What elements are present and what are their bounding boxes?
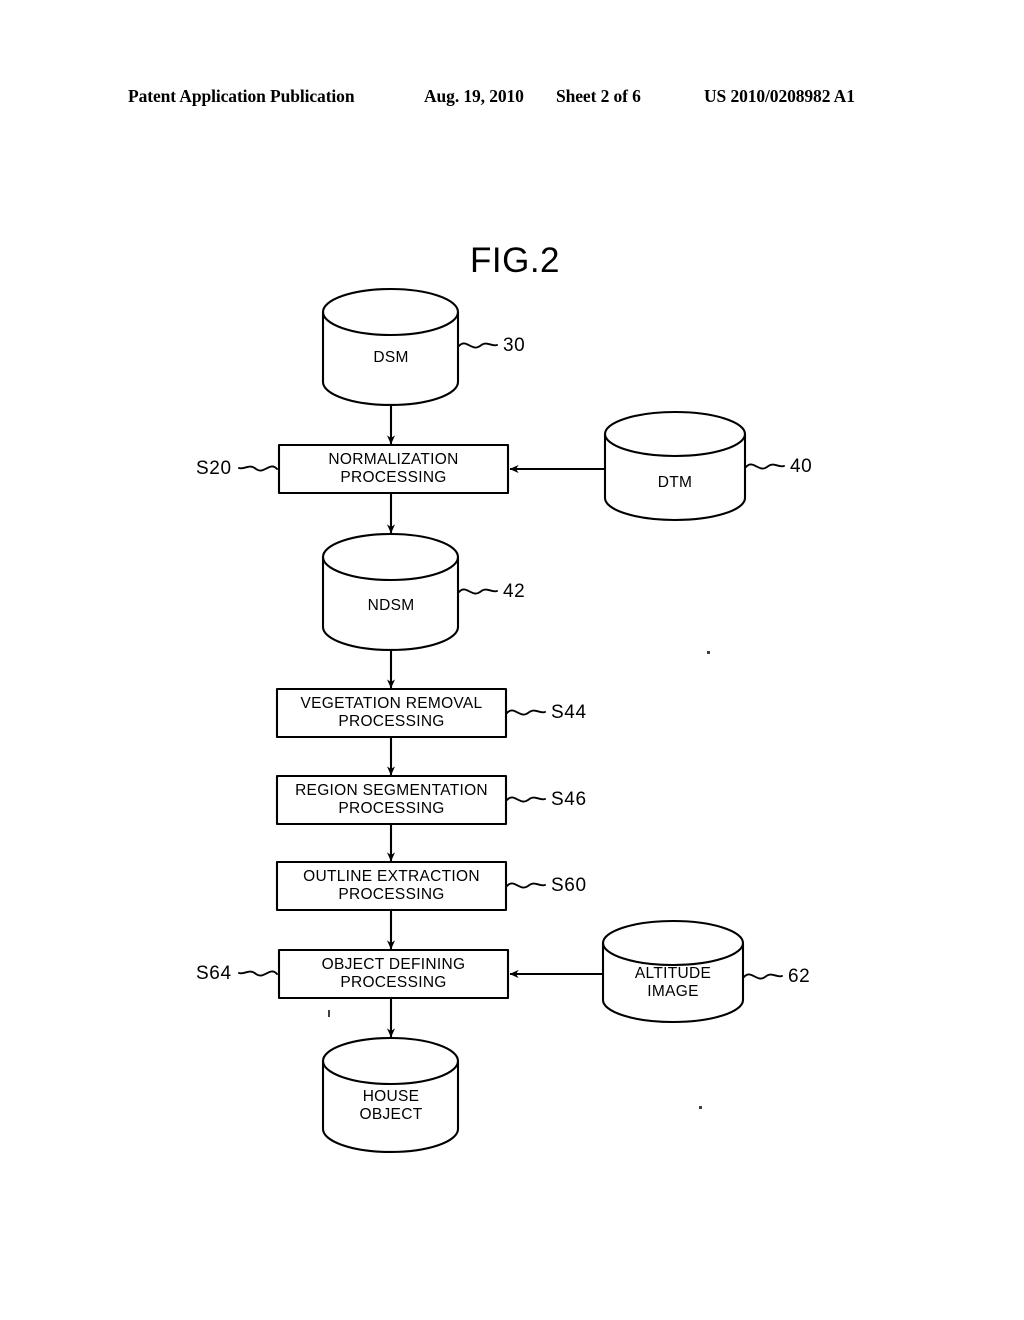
label-normalization-line1: NORMALIZATION xyxy=(328,451,459,468)
step-numeral-normalization: S20 xyxy=(196,458,232,479)
cylinder-dsm xyxy=(321,287,460,407)
leader-ndsm xyxy=(458,588,498,595)
leader-dtm xyxy=(745,463,785,470)
leader-s44 xyxy=(506,709,546,716)
leader-dsm xyxy=(458,342,498,349)
label-vegetation-line2: PROCESSING xyxy=(338,713,445,730)
label-dsm: DSM xyxy=(373,349,409,366)
label-ndsm: NDSM xyxy=(367,597,415,614)
ref-numeral-altitude-image: 62 xyxy=(788,966,811,987)
label-house-object: HOUSE OBJECT xyxy=(331,1088,451,1124)
leader-altitude xyxy=(743,973,783,980)
label-vegetation-removal: VEGETATION REMOVAL PROCESSING xyxy=(279,695,504,731)
cylinder-dtm xyxy=(603,410,747,522)
label-house-line2: OBJECT xyxy=(359,1106,423,1123)
label-vegetation-line1: VEGETATION REMOVAL xyxy=(300,695,483,712)
label-object-line2: PROCESSING xyxy=(340,974,447,991)
label-normalization: NORMALIZATION PROCESSING xyxy=(281,451,506,487)
label-object-defining: OBJECT DEFINING PROCESSING xyxy=(281,956,506,992)
diagram-canvas xyxy=(238,287,785,1154)
label-altitude-line1: ALTITUDE xyxy=(634,965,712,982)
leader-s60 xyxy=(506,882,546,889)
leader-s46 xyxy=(506,796,546,803)
ref-numeral-dsm: 30 xyxy=(503,335,526,356)
label-outline-line2: PROCESSING xyxy=(338,886,445,903)
label-normalization-line2: PROCESSING xyxy=(340,469,447,486)
label-region-line1: REGION SEGMENTATION xyxy=(295,782,488,799)
leader-s64 xyxy=(238,970,278,977)
ref-numeral-dtm: 40 xyxy=(790,456,813,477)
step-numeral-object: S64 xyxy=(196,963,232,984)
figure-2-flow-diagram: FIG.2 DSM NORMALIZATION PROCESSING DTM N… xyxy=(0,0,1024,1320)
label-altitude-line2: IMAGE xyxy=(647,983,699,1000)
step-numeral-region: S46 xyxy=(551,789,587,810)
figure-title: FIG.2 xyxy=(470,241,561,280)
label-dtm: DTM xyxy=(657,474,693,491)
label-region-segmentation: REGION SEGMENTATION PROCESSING xyxy=(279,782,504,818)
step-numeral-outline: S60 xyxy=(551,875,587,896)
label-altitude-image: ALTITUDE IMAGE xyxy=(613,965,733,1001)
label-region-line2: PROCESSING xyxy=(338,800,445,817)
cylinder-ndsm xyxy=(321,532,460,652)
label-house-line1: HOUSE xyxy=(362,1088,420,1105)
leader-s20 xyxy=(238,465,278,472)
label-outline-extraction: OUTLINE EXTRACTION PROCESSING xyxy=(279,868,504,904)
label-object-line1: OBJECT DEFINING xyxy=(321,956,466,973)
label-outline-line1: OUTLINE EXTRACTION xyxy=(303,868,480,885)
ref-numeral-ndsm: 42 xyxy=(503,581,526,602)
step-numeral-vegetation: S44 xyxy=(551,702,587,723)
